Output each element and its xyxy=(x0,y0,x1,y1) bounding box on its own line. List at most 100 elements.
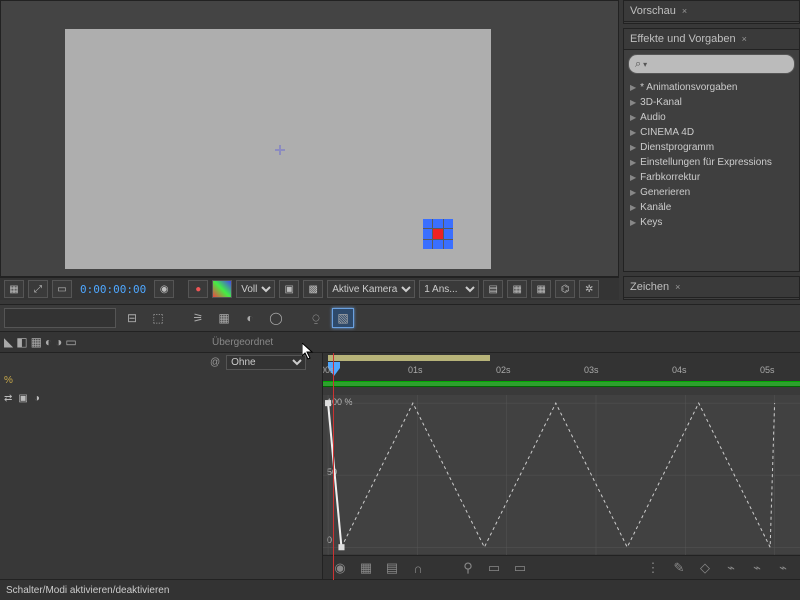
views-select[interactable]: 1 Ans... xyxy=(419,280,479,298)
brainstorm-icon[interactable]: ◯ xyxy=(266,309,286,327)
parent-select[interactable]: Ohne xyxy=(226,355,306,370)
ruler-tick: 04s xyxy=(672,365,687,375)
close-icon[interactable]: × xyxy=(682,6,687,16)
twirl-icon: ▶ xyxy=(630,98,636,107)
ruler-tick: 03s xyxy=(584,365,599,375)
easy-ease-out-icon[interactable]: ⌁ xyxy=(774,560,792,576)
character-panel-title[interactable]: Zeichen xyxy=(630,281,669,293)
trkmat-icon[interactable]: ◑ xyxy=(55,335,62,349)
twirl-icon: ▶ xyxy=(630,113,636,122)
search-layers-input[interactable] xyxy=(4,308,116,328)
twirl-icon: ▶ xyxy=(630,173,636,182)
parent-icon[interactable]: ▭ xyxy=(65,335,76,349)
switches-row[interactable]: ⇄ ▣ ◑ xyxy=(0,389,322,407)
flowchart-icon[interactable]: ⌬ xyxy=(555,280,575,298)
effects-category[interactable]: ▶Einstellungen für Expressions xyxy=(624,155,799,170)
anchor-icon[interactable]: ◑ xyxy=(34,393,40,404)
layer-list[interactable]: @ Ohne % ⇄ ▣ ◑ xyxy=(0,353,323,580)
edit-props-icon[interactable]: ✎ xyxy=(670,560,688,576)
always-preview-icon[interactable]: ▦ xyxy=(4,280,24,298)
graph-editor-toolbar: ◉ ▦ ▤ ∩ ⚲ ▭ ▭ ⋮ ✎ ◇ ⌁ ⌁ ⌁ xyxy=(323,555,800,580)
frame-blend-icon[interactable]: ▦ xyxy=(214,309,234,327)
character-panel: Zeichen × xyxy=(623,276,800,300)
view-opts-icon[interactable]: ▤ xyxy=(483,280,503,298)
twirl-icon: ▶ xyxy=(630,83,636,92)
selected-layer-box[interactable] xyxy=(423,219,453,249)
draft3d-icon[interactable]: ⬚ xyxy=(148,309,168,327)
region-icon[interactable]: ▭ xyxy=(52,280,72,298)
label-icon[interactable]: ◧ xyxy=(16,335,27,349)
effects-category[interactable]: ▶Farbkorrektur xyxy=(624,170,799,185)
av-features-icon[interactable]: ◣ xyxy=(4,335,13,349)
effects-category[interactable]: ▶3D-Kanal xyxy=(624,95,799,110)
transparency-grid-icon[interactable]: ▩ xyxy=(303,280,323,298)
graph-editor[interactable]: 00s01s02s03s04s05s 100 % 50 0 ◉ ▦ ▤ ∩ ⚲ … xyxy=(323,353,800,580)
twirl-icon: ▶ xyxy=(630,188,636,197)
mode-icon[interactable]: ◐ xyxy=(45,335,52,349)
safe-zones-icon[interactable]: ▦ xyxy=(531,280,551,298)
camera-select[interactable]: Aktive Kamera xyxy=(327,280,415,298)
ruler-tick: 05s xyxy=(760,365,775,375)
pixel-aspect-icon[interactable]: ▦ xyxy=(507,280,527,298)
fit-all-icon[interactable]: ▭ xyxy=(511,560,529,576)
effects-category[interactable]: ▶Generieren xyxy=(624,185,799,200)
anchor-point-icon xyxy=(275,145,285,155)
separate-dim-icon[interactable]: ⋮ xyxy=(644,560,662,576)
time-ruler[interactable]: 00s01s02s03s04s05s xyxy=(323,353,800,382)
twirl-icon: ▶ xyxy=(630,218,636,227)
twirl-icon: ▶ xyxy=(630,203,636,212)
effects-category[interactable]: ▶Keys xyxy=(624,215,799,230)
effects-category[interactable]: ▶Dienstprogramm xyxy=(624,140,799,155)
effects-category[interactable]: ▶* Animationsvorgaben xyxy=(624,80,799,95)
auto-zoom-icon[interactable]: ⚲ xyxy=(459,560,477,576)
graph-editor-toggle[interactable]: ▧ xyxy=(332,308,354,328)
property-row[interactable]: % xyxy=(0,371,322,389)
composition-viewer[interactable] xyxy=(0,0,619,277)
toggle-switches-icon[interactable]: ⇄ xyxy=(4,393,12,404)
status-bar: Schalter/Modi aktivieren/deaktivieren xyxy=(0,579,800,600)
pickwhip-icon[interactable]: @ xyxy=(210,357,220,368)
switches-icon[interactable]: ▦ xyxy=(31,335,42,349)
close-icon[interactable]: × xyxy=(742,34,747,44)
expand-icon[interactable]: ▣ xyxy=(18,393,27,404)
fast-preview-icon[interactable]: ▣ xyxy=(279,280,299,298)
search-icon: ⌕ xyxy=(635,58,641,71)
layer-row[interactable]: @ Ohne xyxy=(0,353,322,371)
preview-panel-title[interactable]: Vorschau xyxy=(630,5,676,17)
keyframe-interp-icon[interactable]: ◇ xyxy=(696,560,714,576)
twirl-icon: ▶ xyxy=(630,143,636,152)
easy-ease-in-icon[interactable]: ⌁ xyxy=(748,560,766,576)
effects-category[interactable]: ▶CINEMA 4D xyxy=(624,125,799,140)
effects-presets-panel: Effekte und Vorgaben × ⌕▾ ▶* Animationsvo… xyxy=(623,28,800,272)
resolution-select[interactable]: Voll xyxy=(236,280,275,298)
effects-category[interactable]: ▶Audio xyxy=(624,110,799,125)
show-props-icon[interactable]: ▤ xyxy=(383,560,401,576)
color-mgmt-icon[interactable] xyxy=(212,280,232,298)
auto-keyframe-icon[interactable]: ⍜ xyxy=(306,309,326,327)
channel-icon[interactable]: ● xyxy=(188,280,208,298)
reset-exposure-icon[interactable]: ✲ xyxy=(579,280,599,298)
effects-category[interactable]: ▶Kanäle xyxy=(624,200,799,215)
timeline-toolbar: ⊟ ⬚ ⚞ ▦ ◐ ◯ ⍜ ▧ xyxy=(0,305,800,332)
current-time-indicator[interactable] xyxy=(333,353,334,580)
effects-panel-title[interactable]: Effekte und Vorgaben xyxy=(630,33,736,45)
ruler-tick: 01s xyxy=(408,365,423,375)
effects-search[interactable]: ⌕▾ xyxy=(628,54,795,74)
work-area-bar[interactable] xyxy=(328,355,490,361)
value-graph[interactable]: 100 % 50 0 xyxy=(323,395,800,554)
magnify-icon[interactable]: ⤢ xyxy=(28,280,48,298)
ruler-tick: 02s xyxy=(496,365,511,375)
easy-ease-icon[interactable]: ⌁ xyxy=(722,560,740,576)
fit-icon[interactable]: ▭ xyxy=(485,560,503,576)
preview-panel: Vorschau × xyxy=(623,0,800,24)
twirl-icon: ▶ xyxy=(630,158,636,167)
motion-blur-icon[interactable]: ◐ xyxy=(240,309,260,327)
current-time[interactable]: 0:00:00:00 xyxy=(76,283,150,296)
snap-icon[interactable]: ∩ xyxy=(409,560,427,576)
status-text: Schalter/Modi aktivieren/deaktivieren xyxy=(6,585,169,596)
comp-mini-flow-icon[interactable]: ⊟ xyxy=(122,309,142,327)
close-icon[interactable]: × xyxy=(675,282,680,292)
graph-options-icon[interactable]: ▦ xyxy=(357,560,375,576)
snapshot-icon[interactable]: ◉ xyxy=(154,280,174,298)
shy-icon[interactable]: ⚞ xyxy=(188,309,208,327)
